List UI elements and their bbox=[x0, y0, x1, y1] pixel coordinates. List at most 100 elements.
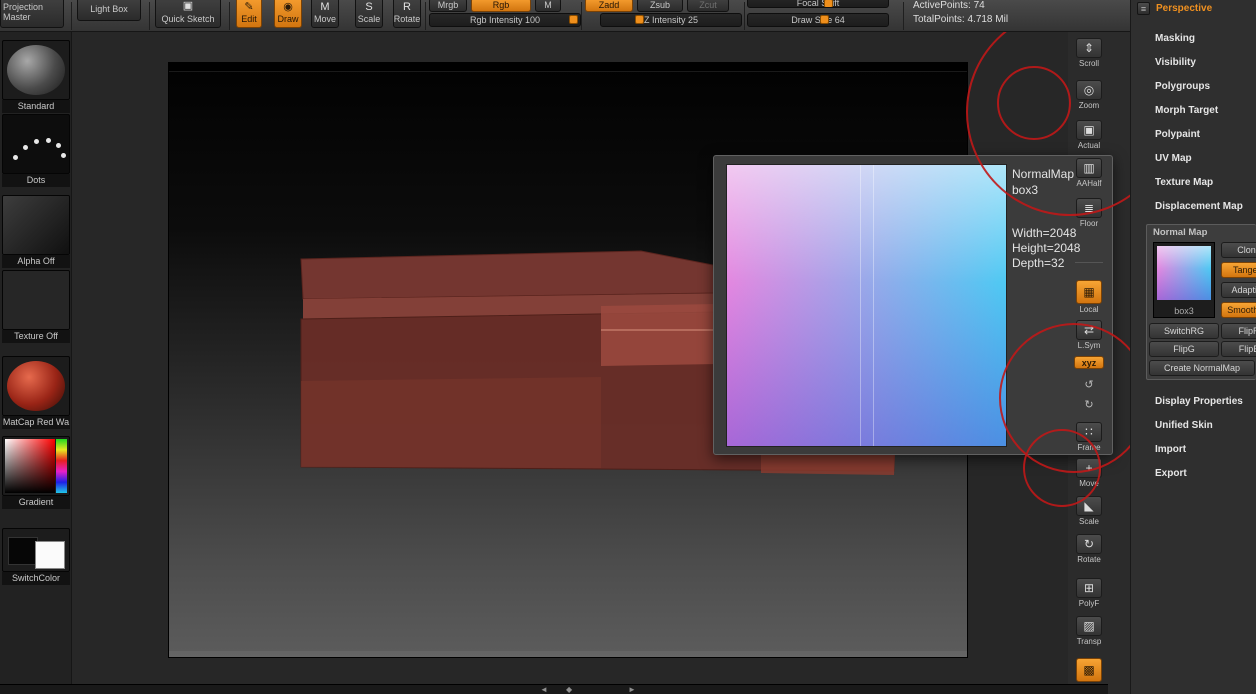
rotate-ccw-icon: ↺ bbox=[1084, 379, 1094, 391]
sidebar-item-polyf[interactable]: ⊞ PolyF bbox=[1068, 578, 1110, 608]
switch-color[interactable]: SwitchColor bbox=[2, 528, 70, 585]
divider-left-arrow-icon[interactable]: ◄ bbox=[540, 685, 548, 694]
sidebar-item-floor[interactable]: ≣ Floor bbox=[1068, 198, 1110, 228]
sidebar-item-transp[interactable]: ▨ Transp bbox=[1068, 616, 1110, 646]
sidebar-item-label: PolyF bbox=[1078, 599, 1100, 608]
mrgb-button[interactable]: Mrgb bbox=[429, 0, 467, 12]
tangent-button[interactable]: Tangent bbox=[1221, 262, 1256, 278]
sidebar-item-aahalf[interactable]: ▥ AAHalf bbox=[1068, 158, 1110, 188]
flipb-button[interactable]: FlipB bbox=[1221, 341, 1256, 357]
slider-nub[interactable] bbox=[569, 15, 578, 24]
primary-color-swatch[interactable] bbox=[8, 537, 38, 565]
sidebar-item-ghost[interactable]: ▩ bbox=[1068, 658, 1110, 682]
flipg-button[interactable]: FlipG bbox=[1149, 341, 1219, 357]
texture-selector[interactable]: Texture Off bbox=[2, 270, 70, 343]
sidebar-item-frame[interactable]: ∷ Frame bbox=[1068, 422, 1110, 452]
edit-button[interactable]: ✎ Edit bbox=[236, 0, 262, 28]
stroke-selector[interactable]: Dots bbox=[2, 114, 70, 187]
saturation-square[interactable] bbox=[5, 439, 55, 493]
sidebar-item-local[interactable]: ▦ Local bbox=[1068, 280, 1110, 314]
brush-thumbnail bbox=[2, 40, 70, 100]
brush-selector[interactable]: Standard bbox=[2, 40, 70, 113]
zcut-button[interactable]: Zcut bbox=[687, 0, 729, 12]
perspective-row[interactable]: ≡ Perspective bbox=[1137, 2, 1212, 15]
standard-brush-icon bbox=[7, 45, 65, 95]
switch-color-swatches bbox=[2, 528, 70, 572]
sidebar-item-rotate[interactable]: ↻ Rotate bbox=[1068, 534, 1110, 564]
clone-button[interactable]: Clone bbox=[1221, 242, 1256, 258]
section-display-properties[interactable]: Display Properties bbox=[1155, 396, 1243, 407]
section-polygroups[interactable]: Polygroups bbox=[1155, 81, 1210, 92]
sidebar-item-lsym[interactable]: ⇄ L.Sym bbox=[1068, 320, 1110, 350]
switchrg-button[interactable]: SwitchRG bbox=[1149, 323, 1219, 339]
button-label: M bbox=[544, 0, 552, 10]
slider-nub[interactable] bbox=[635, 15, 644, 24]
draw-button[interactable]: ◉ Draw bbox=[274, 0, 302, 28]
zsub-button[interactable]: Zsub bbox=[637, 0, 683, 12]
section-texture-map[interactable]: Texture Map bbox=[1155, 177, 1213, 188]
draw-size-slider[interactable]: Draw Size 64 bbox=[747, 13, 889, 27]
section-import[interactable]: Import bbox=[1155, 444, 1186, 455]
sidebar-item-zoom[interactable]: ◎ Zoom bbox=[1068, 80, 1110, 110]
normal-map-thumbnail[interactable]: box3 bbox=[1153, 242, 1215, 318]
rgb-button[interactable]: Rgb bbox=[471, 0, 531, 12]
section-morph-target[interactable]: Morph Target bbox=[1155, 105, 1218, 116]
sidebar-item-label: Transp bbox=[1076, 637, 1102, 646]
section-uv-map[interactable]: UV Map bbox=[1155, 153, 1192, 164]
bottom-divider-bar[interactable]: ◄ ◆ ► bbox=[0, 684, 1108, 694]
section-export[interactable]: Export bbox=[1155, 468, 1187, 479]
section-visibility[interactable]: Visibility bbox=[1155, 57, 1196, 68]
sidebar-item-rotate-ccw[interactable]: ↺ bbox=[1068, 378, 1110, 392]
sidebar-item-actual[interactable]: ▣ Actual bbox=[1068, 120, 1110, 150]
adaptive-button[interactable]: Adaptive bbox=[1221, 282, 1256, 298]
section-polypaint[interactable]: Polypaint bbox=[1155, 129, 1200, 140]
scroll-icon: ⇕ bbox=[1076, 38, 1102, 58]
uv-seam-line bbox=[873, 165, 874, 446]
zadd-button[interactable]: Zadd bbox=[585, 0, 633, 12]
section-masking[interactable]: Masking bbox=[1155, 33, 1195, 44]
perspective-label[interactable]: Perspective bbox=[1156, 3, 1212, 14]
rgb-intensity-slider[interactable]: Rgb Intensity 100 bbox=[429, 13, 581, 27]
m-button[interactable]: M bbox=[535, 0, 561, 12]
sidebar-item-rotate-cw[interactable]: ↻ bbox=[1068, 398, 1110, 412]
color-picker[interactable]: Gradient bbox=[2, 436, 70, 509]
projection-master-button[interactable]: Projection Master bbox=[0, 0, 64, 28]
move-icon: M bbox=[320, 0, 330, 13]
quick-sketch-button[interactable]: ▣ Quick Sketch bbox=[155, 0, 221, 28]
secondary-color-swatch[interactable] bbox=[35, 541, 65, 569]
popup-depth: Depth=32 bbox=[1012, 256, 1065, 270]
section-unified-skin[interactable]: Unified Skin bbox=[1155, 420, 1213, 431]
slider-label: Draw Size 64 bbox=[791, 15, 845, 25]
sidebar-item-move[interactable]: + Move bbox=[1068, 458, 1110, 488]
xyz-axis-icon: xyz bbox=[1074, 356, 1104, 369]
smoothuv-button[interactable]: SmoothUV bbox=[1221, 302, 1256, 318]
rotate-button[interactable]: R Rotate bbox=[393, 0, 421, 28]
z-intensity-slider[interactable]: Z Intensity 25 bbox=[600, 13, 742, 27]
menu-icon[interactable]: ≡ bbox=[1137, 2, 1150, 15]
hue-strip[interactable] bbox=[56, 439, 67, 493]
slider-nub[interactable] bbox=[824, 0, 833, 7]
normal-map-thumb-label: box3 bbox=[1174, 306, 1194, 316]
section-displacement-map[interactable]: Displacement Map bbox=[1155, 201, 1243, 212]
flipr-button[interactable]: FlipR bbox=[1221, 323, 1256, 339]
sidebar-item-label: Move bbox=[1079, 479, 1099, 488]
viewport-side-toolbar: ⇕ Scroll ◎ Zoom ▣ Actual ▥ AAHalf ≣ Floor ▦ Lo… bbox=[1068, 32, 1110, 684]
scale-button[interactable]: S Scale bbox=[355, 0, 383, 28]
sidebar-item-scale[interactable]: ◣ Scale bbox=[1068, 496, 1110, 526]
divider-right-arrow-icon[interactable]: ► bbox=[628, 685, 636, 694]
sidebar-item-gxyz[interactable]: xyz bbox=[1068, 356, 1110, 369]
gradient-picker[interactable] bbox=[2, 436, 70, 496]
normalmap-preview-image[interactable] bbox=[726, 164, 1007, 447]
create-normalmap-button[interactable]: Create NormalMap bbox=[1149, 360, 1255, 376]
material-selector[interactable]: MatCap Red Wa bbox=[2, 356, 70, 429]
sidebar-item-label: Frame bbox=[1077, 443, 1101, 452]
slider-nub[interactable] bbox=[820, 15, 829, 24]
scale-tool-icon: ◣ bbox=[1076, 496, 1102, 516]
divider-handle-icon[interactable]: ◆ bbox=[566, 685, 572, 694]
focal-shift-slider[interactable]: Focal Shift bbox=[747, 0, 889, 8]
normal-map-title[interactable]: Normal Map bbox=[1153, 227, 1207, 238]
light-box-button[interactable]: Light Box bbox=[77, 0, 141, 21]
move-button[interactable]: M Move bbox=[311, 0, 339, 28]
alpha-selector[interactable]: Alpha Off bbox=[2, 195, 70, 268]
sidebar-item-scroll[interactable]: ⇕ Scroll bbox=[1068, 38, 1110, 68]
